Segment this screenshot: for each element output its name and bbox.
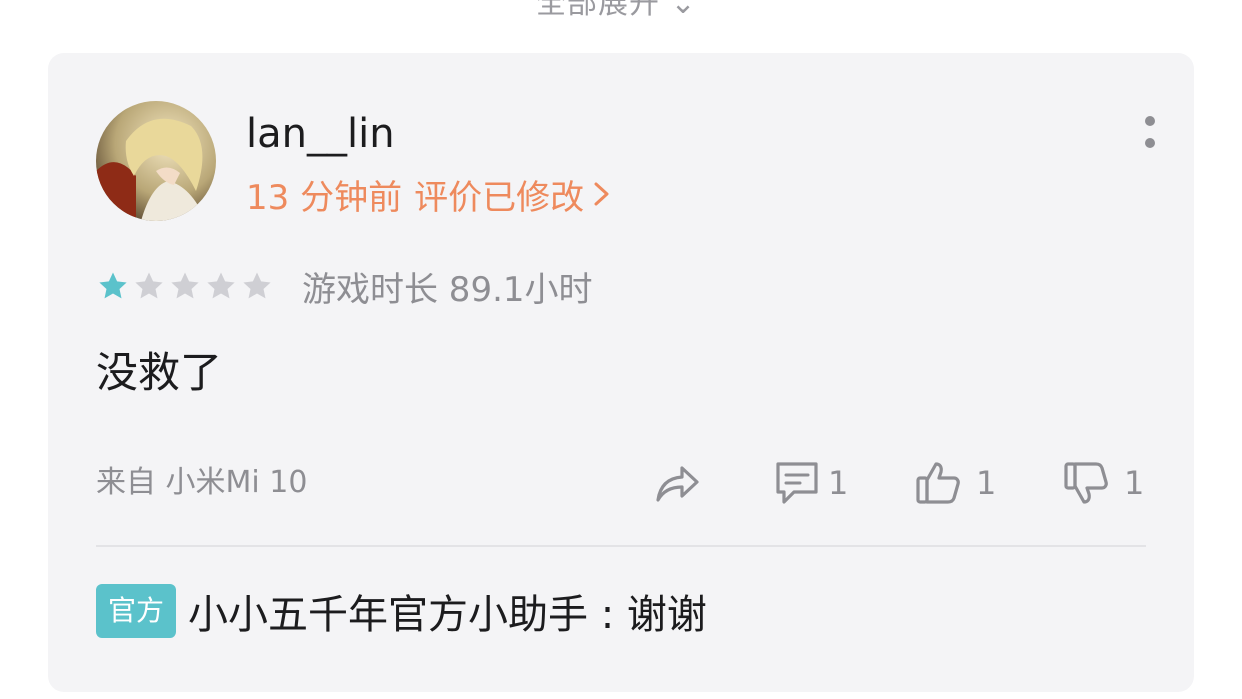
expand-all-label: 全部展开: [536, 0, 660, 21]
comment-icon: [776, 462, 818, 504]
thumbs-down-icon: [1064, 462, 1108, 504]
star-rating: [96, 269, 276, 303]
like-button[interactable]: 1: [914, 458, 996, 508]
star-icon-empty: [207, 272, 235, 299]
thumbs-up-icon: [916, 462, 960, 504]
comment-count: 1: [828, 464, 849, 502]
playtime-label: 游戏时长 89.1小时: [302, 269, 593, 310]
rating-row: 游戏时长 89.1小时: [96, 261, 593, 311]
star-icon-empty: [243, 272, 271, 299]
divider: [96, 545, 1146, 547]
more-vertical-icon[interactable]: [1140, 113, 1160, 153]
top-expand-area: 全部展开 ⌄: [0, 0, 1242, 40]
review-card: lan__lin 13 分钟前 评价已修改 游戏时长 89.1小时 没救了 来自…: [48, 53, 1194, 692]
like-count: 1: [976, 464, 997, 502]
official-badge: 官方: [96, 584, 177, 638]
chevron-right-icon: [594, 182, 609, 206]
star-icon-empty: [171, 272, 199, 299]
edited-label: 评价已修改: [414, 177, 585, 218]
expand-all-button[interactable]: 全部展开 ⌄: [536, 0, 697, 22]
review-content: 没救了: [96, 348, 223, 397]
share-button[interactable]: [652, 458, 702, 508]
reply-text: 小小五千年官方小助手 : 谢谢: [188, 592, 707, 638]
dislike-button[interactable]: 1: [1062, 458, 1144, 508]
review-meta[interactable]: 13 分钟前 评价已修改: [246, 169, 612, 219]
username[interactable]: lan__lin: [246, 109, 395, 159]
time-ago: 13 分钟前: [246, 177, 403, 218]
star-icon-empty: [135, 272, 163, 299]
comment-button[interactable]: 1: [772, 458, 848, 508]
device-label: 来自 小米Mi 10: [96, 465, 308, 500]
avatar-image: [96, 101, 216, 221]
star-icon-filled: [99, 272, 127, 299]
chevron-down-icon: ⌄: [670, 0, 697, 21]
avatar[interactable]: [96, 101, 216, 221]
official-reply[interactable]: 官方 小小五千年官方小助手 : 谢谢: [96, 583, 707, 639]
share-arrow-icon: [656, 466, 699, 502]
dislike-count: 1: [1124, 464, 1145, 502]
